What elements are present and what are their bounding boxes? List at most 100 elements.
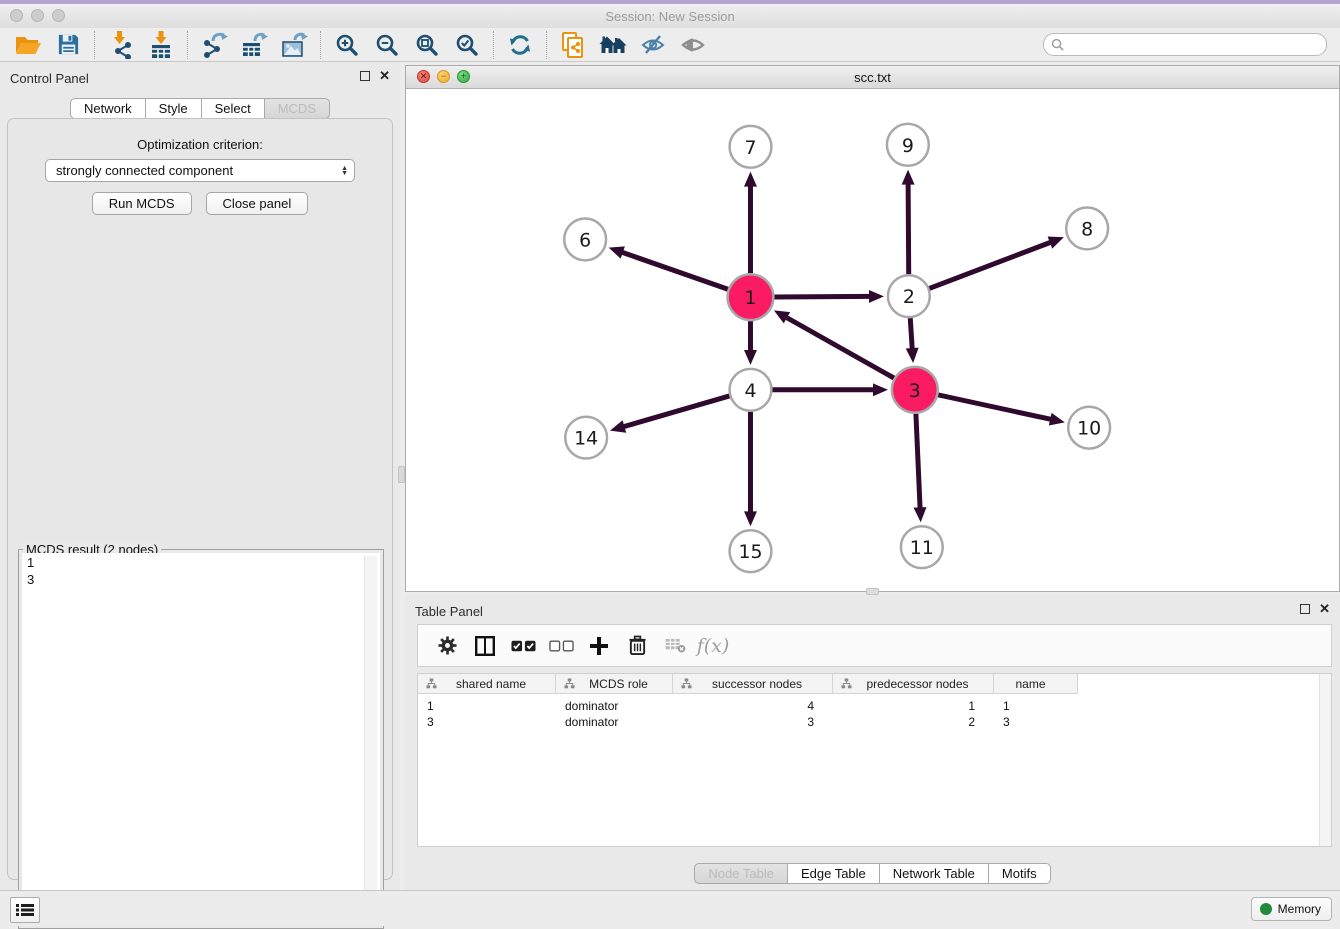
graph-edge-1-6[interactable] xyxy=(621,252,728,289)
toolbar-separator xyxy=(320,31,321,59)
export-image-button[interactable] xyxy=(274,29,314,61)
network-view-titlebar[interactable]: ✕ − + scc.txt xyxy=(406,66,1339,89)
graph-edge-3-10[interactable] xyxy=(938,395,1052,420)
cell-successor-nodes[interactable]: 4 xyxy=(673,698,833,714)
tab-mcds[interactable]: MCDS xyxy=(265,98,330,119)
zoom-out-button[interactable] xyxy=(367,29,407,61)
export-table-button[interactable] xyxy=(234,29,274,61)
show-panels-button[interactable] xyxy=(673,29,713,61)
cell-predecessor-nodes[interactable]: 1 xyxy=(833,698,994,714)
table-row[interactable]: 3 dominator 3 2 3 xyxy=(418,714,1078,730)
tab-network[interactable]: Network xyxy=(70,98,146,119)
task-history-button[interactable] xyxy=(10,897,40,923)
refresh-icon xyxy=(508,33,532,57)
control-panel-float-icon[interactable] xyxy=(360,71,370,81)
open-session-button[interactable] xyxy=(8,29,48,61)
zoom-selected-button[interactable] xyxy=(447,29,487,61)
unselect-all-columns-button[interactable] xyxy=(542,628,580,664)
graph-edge-4-14[interactable] xyxy=(622,396,729,427)
horizontal-splitter-handle[interactable] xyxy=(866,588,879,595)
unchecked-boxes-icon xyxy=(549,640,574,652)
node-table-header: shared name MCDS role successor nodes pr… xyxy=(418,674,1078,694)
network-from-file-button[interactable] xyxy=(553,29,593,61)
checked-boxes-icon xyxy=(511,640,536,652)
graph-node-label-1: 1 xyxy=(744,287,756,309)
network-graph: 7968124314101511 xyxy=(406,89,1339,591)
zoom-in-button[interactable] xyxy=(327,29,367,61)
delete-column-button[interactable] xyxy=(618,628,656,664)
mcds-result-textarea[interactable]: 1 3 xyxy=(22,553,380,925)
graph-edge-2-9[interactable] xyxy=(908,183,909,275)
close-panel-button[interactable]: Close panel xyxy=(206,192,309,215)
search-field xyxy=(1043,33,1327,56)
table-panel-close-icon[interactable]: ✕ xyxy=(1319,604,1330,614)
minimize-window-button[interactable] xyxy=(31,9,44,22)
cell-shared-name[interactable]: 3 xyxy=(418,714,556,730)
graph-edge-3-1[interactable] xyxy=(785,317,894,378)
maximize-window-button[interactable] xyxy=(52,9,65,22)
cell-mcds-role[interactable]: dominator xyxy=(556,698,673,714)
import-table-button[interactable] xyxy=(141,29,181,61)
graph-node-label-9: 9 xyxy=(902,135,914,157)
table-scrollbar[interactable] xyxy=(1319,674,1331,846)
table-panel-float-icon[interactable] xyxy=(1300,604,1310,614)
column-header-mcds-role[interactable]: MCDS role xyxy=(556,674,673,694)
create-column-button[interactable] xyxy=(580,628,618,664)
import-network-button[interactable] xyxy=(101,29,141,61)
control-panel-close-icon[interactable]: ✕ xyxy=(379,71,390,81)
import-table-icon xyxy=(148,31,174,59)
memory-button-label: Memory xyxy=(1278,902,1321,916)
graph-edge-2-8[interactable] xyxy=(929,242,1051,289)
network-canvas[interactable]: 7968124314101511 xyxy=(406,89,1339,591)
status-bar: Memory xyxy=(0,890,1340,926)
network-minimize-button[interactable]: − xyxy=(437,70,450,83)
function-icon: f(x) xyxy=(697,635,730,657)
export-network-button[interactable] xyxy=(194,29,234,61)
tab-network-table[interactable]: Network Table xyxy=(880,863,989,884)
tab-node-table[interactable]: Node Table xyxy=(694,863,788,884)
tab-edge-table[interactable]: Edge Table xyxy=(788,863,880,884)
close-window-button[interactable] xyxy=(10,9,23,22)
cell-name[interactable]: 1 xyxy=(994,698,1078,714)
home-houses-icon xyxy=(599,34,627,56)
table-row[interactable]: 1 dominator 4 1 1 xyxy=(418,698,1078,714)
cell-successor-nodes[interactable]: 3 xyxy=(673,714,833,730)
cell-mcds-role[interactable]: dominator xyxy=(556,714,673,730)
cell-shared-name[interactable]: 1 xyxy=(418,698,556,714)
criterion-dropdown[interactable]: strongly connected component ▲▼ xyxy=(45,159,355,182)
column-header-name[interactable]: name xyxy=(994,674,1078,694)
tab-motifs[interactable]: Motifs xyxy=(989,863,1051,884)
column-header-successor-nodes[interactable]: successor nodes xyxy=(673,674,833,694)
graph-edge-3-11[interactable] xyxy=(916,414,920,510)
import-network-icon xyxy=(108,31,134,59)
cell-predecessor-nodes[interactable]: 2 xyxy=(833,714,994,730)
select-all-columns-button[interactable] xyxy=(504,628,542,664)
graph-edge-arrow-4-3 xyxy=(873,383,888,396)
show-columns-button[interactable] xyxy=(466,628,504,664)
tab-style[interactable]: Style xyxy=(146,98,202,119)
graph-edge-2-3[interactable] xyxy=(910,318,912,350)
graph-edge-1-2[interactable] xyxy=(774,296,871,297)
run-mcds-button[interactable]: Run MCDS xyxy=(92,192,192,215)
refresh-view-button[interactable] xyxy=(500,29,540,61)
vertical-splitter-handle[interactable] xyxy=(398,466,405,483)
floppy-disk-icon xyxy=(57,33,80,56)
open-folder-icon xyxy=(14,33,42,57)
tab-select[interactable]: Select xyxy=(202,98,265,119)
search-input[interactable] xyxy=(1064,36,1326,54)
hide-panels-button[interactable] xyxy=(633,29,673,61)
network-close-button[interactable]: ✕ xyxy=(417,70,430,83)
eye-slash-icon xyxy=(641,34,665,56)
column-header-shared-name[interactable]: shared name xyxy=(418,674,556,694)
zoom-fit-button[interactable] xyxy=(407,29,447,61)
mcds-result-scrollbar[interactable] xyxy=(364,556,377,922)
network-maximize-button[interactable]: + xyxy=(457,70,470,83)
zoom-selected-icon xyxy=(455,33,479,57)
cell-name[interactable]: 3 xyxy=(994,714,1078,730)
save-session-button[interactable] xyxy=(48,29,88,61)
network-view-window: ✕ − + scc.txt 7968124314101511 xyxy=(405,65,1340,592)
memory-button[interactable]: Memory xyxy=(1251,897,1332,921)
column-header-predecessor-nodes[interactable]: predecessor nodes xyxy=(833,674,994,694)
home-button[interactable] xyxy=(593,29,633,61)
table-settings-button[interactable] xyxy=(428,628,466,664)
